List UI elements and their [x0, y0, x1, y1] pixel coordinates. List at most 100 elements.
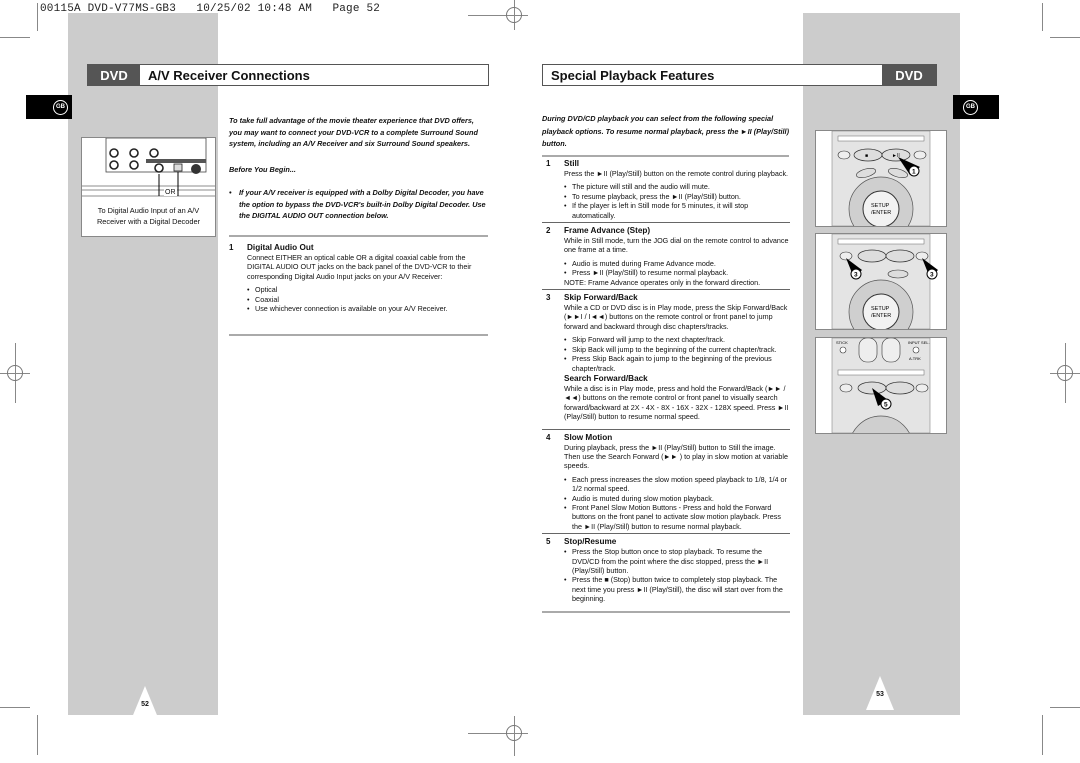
bullet-item: Press Skip Back again to jump to the beg… — [564, 354, 790, 373]
bullet-item: If the player is left in Still mode for … — [564, 201, 790, 220]
left-intro: To take full advantage of the movie thea… — [229, 116, 478, 148]
crop-mark — [1042, 3, 1043, 31]
remote-image: 3 3 SETUP /ENTER — [816, 234, 946, 329]
component-jack — [129, 160, 139, 170]
crop-mark — [1050, 37, 1080, 38]
caption-line: To Digital Audio Input of an A/V — [97, 206, 200, 215]
before-bullet-text: If your A/V receiver is equipped with a … — [239, 188, 486, 220]
bullet-item: Each press increases the slow motion spe… — [564, 475, 790, 494]
gb-icon: GB — [53, 99, 68, 115]
svg-text:SETUP: SETUP — [871, 306, 890, 312]
coaxial-jack — [154, 163, 164, 173]
section-number: 1 — [229, 243, 234, 252]
callout-3: 3 — [854, 272, 858, 279]
bullet-item: Coaxial — [247, 295, 487, 305]
svg-text:SETUP: SETUP — [871, 203, 890, 209]
bullet-item: Audio is muted during Frame Advance mode… — [564, 259, 790, 269]
section-stop-resume: 5 Stop/Resume Press the Stop button once… — [546, 537, 790, 603]
divider — [542, 533, 790, 535]
divider — [542, 428, 790, 430]
crop-mark — [1050, 707, 1080, 708]
section-body: While in Still mode, turn the JOG dial o… — [564, 236, 789, 255]
section-bullets: Press the Stop button once to stop playb… — [564, 547, 790, 603]
svg-text:/ENTER: /ENTER — [871, 313, 891, 319]
page-title: Special Playback Features — [551, 67, 715, 83]
section-bullets: Each press increases the slow motion spe… — [564, 475, 790, 531]
bullet-item: Press ►II (Play/Still) to resume normal … — [564, 268, 790, 278]
remote-illustration-skip: 3 3 SETUP /ENTER — [815, 233, 947, 330]
section-title: Skip Forward/Back — [564, 293, 638, 303]
page-number-53: 53 — [866, 676, 894, 710]
bullet-item: To resume playback, press the ►II (Play/… — [564, 192, 790, 202]
page-number-label: 52 — [141, 701, 149, 708]
svg-text:■: ■ — [865, 153, 868, 159]
registration-mark — [7, 365, 23, 381]
language-tab: GB — [953, 95, 999, 119]
bullet-item: Audio is muted during slow motion playba… — [564, 494, 790, 504]
left-page-header: DVD A/V Receiver Connections — [87, 64, 489, 86]
left-section-1: 1 Digital Audio Out Connect EITHER an op… — [229, 243, 487, 314]
callout-3: 3 — [930, 272, 934, 279]
section-slow-motion: 4 Slow Motion During playback, press the… — [546, 433, 790, 532]
language-tab: GB — [26, 95, 72, 119]
section-number: 4 — [546, 432, 551, 442]
page-title: A/V Receiver Connections — [148, 67, 310, 83]
s-video-jack — [191, 164, 201, 174]
section-title: Stop/Resume — [564, 537, 617, 547]
component-jack — [129, 148, 139, 158]
section-number: 5 — [546, 537, 551, 547]
divider — [542, 222, 790, 224]
back-panel-diagram: OR To Digital Audio Input of an A/V Rece… — [81, 137, 216, 237]
bullet-item: Skip Forward will jump to the next chapt… — [564, 335, 790, 345]
section-bullets: Skip Forward will jump to the next chapt… — [564, 335, 790, 373]
line-out-jack — [109, 148, 119, 158]
section-number: 3 — [546, 293, 551, 303]
section-title: Frame Advance (Step) — [564, 226, 651, 236]
left-gray-margin — [68, 13, 218, 715]
optical-jack — [173, 163, 183, 172]
section-frame-advance: 2 Frame Advance (Step) While in Still mo… — [546, 226, 790, 287]
section-number: 1 — [546, 159, 551, 168]
registration-mark — [1057, 365, 1073, 381]
bullet-item: Use whichever connection is available on… — [247, 304, 487, 314]
crop-mark — [37, 715, 38, 755]
section-title: Still — [564, 159, 580, 168]
dvd-tag: DVD — [882, 65, 936, 85]
bullet-item: Press the Stop button once to stop playb… — [564, 547, 790, 575]
section-skip: 3 Skip Forward/Back While a CD or DVD di… — [546, 293, 790, 421]
callout-5: 5 — [884, 402, 888, 409]
or-label: OR — [164, 189, 177, 196]
bullet-item: Optical — [247, 285, 487, 295]
video-out-jack — [149, 148, 159, 158]
remote-illustration-stop: STICK INPUT SEL. A.TRK 5 — [815, 337, 947, 434]
divider — [542, 610, 790, 613]
caption-line: Receiver with a Digital Decoder — [96, 216, 201, 226]
before-you-begin: Before You Begin... — [229, 165, 296, 174]
svg-text:STICK: STICK — [836, 340, 848, 345]
section-still: 1 Still Press the ►II (Play/Still) butto… — [546, 159, 790, 220]
section-body: Connect EITHER an optical cable OR a dig… — [247, 253, 472, 281]
before-bullet: • If your A/V receiver is equipped with a… — [229, 188, 486, 220]
section-title: Slow Motion — [564, 432, 613, 442]
bullet-item: Press the ■ (Stop) button twice to compl… — [564, 575, 790, 603]
bullet-item: Front Panel Slow Motion Buttons - Press … — [564, 503, 790, 531]
registration-mark — [506, 7, 522, 23]
section-bullets: Optical Coaxial Use whichever connection… — [247, 285, 487, 314]
subsection-title: Search Forward/Back — [564, 373, 648, 383]
section-title: Digital Audio Out — [247, 243, 314, 252]
svg-text:A.TRK: A.TRK — [909, 356, 921, 361]
bullet-item: Skip Back will jump to the beginning of … — [564, 345, 790, 355]
section-bullets: Audio is muted during Frame Advance mode… — [564, 259, 790, 278]
audio-jack — [109, 160, 119, 170]
right-page-header: Special Playback Features DVD — [542, 64, 937, 86]
crop-mark — [1042, 715, 1043, 755]
divider — [542, 155, 789, 157]
right-sections: 1 Still Press the ►II (Play/Still) butto… — [542, 159, 790, 613]
svg-text:►II: ►II — [892, 153, 900, 159]
section-body: Press the ►II (Play/Still) button on the… — [564, 169, 789, 178]
svg-text:INPUT SEL.: INPUT SEL. — [908, 340, 930, 345]
page-number-52: 52 — [131, 686, 159, 720]
crop-mark — [0, 37, 30, 38]
subsection-body: While a disc is in Play mode, press and … — [564, 383, 789, 422]
crop-mark — [0, 707, 30, 708]
